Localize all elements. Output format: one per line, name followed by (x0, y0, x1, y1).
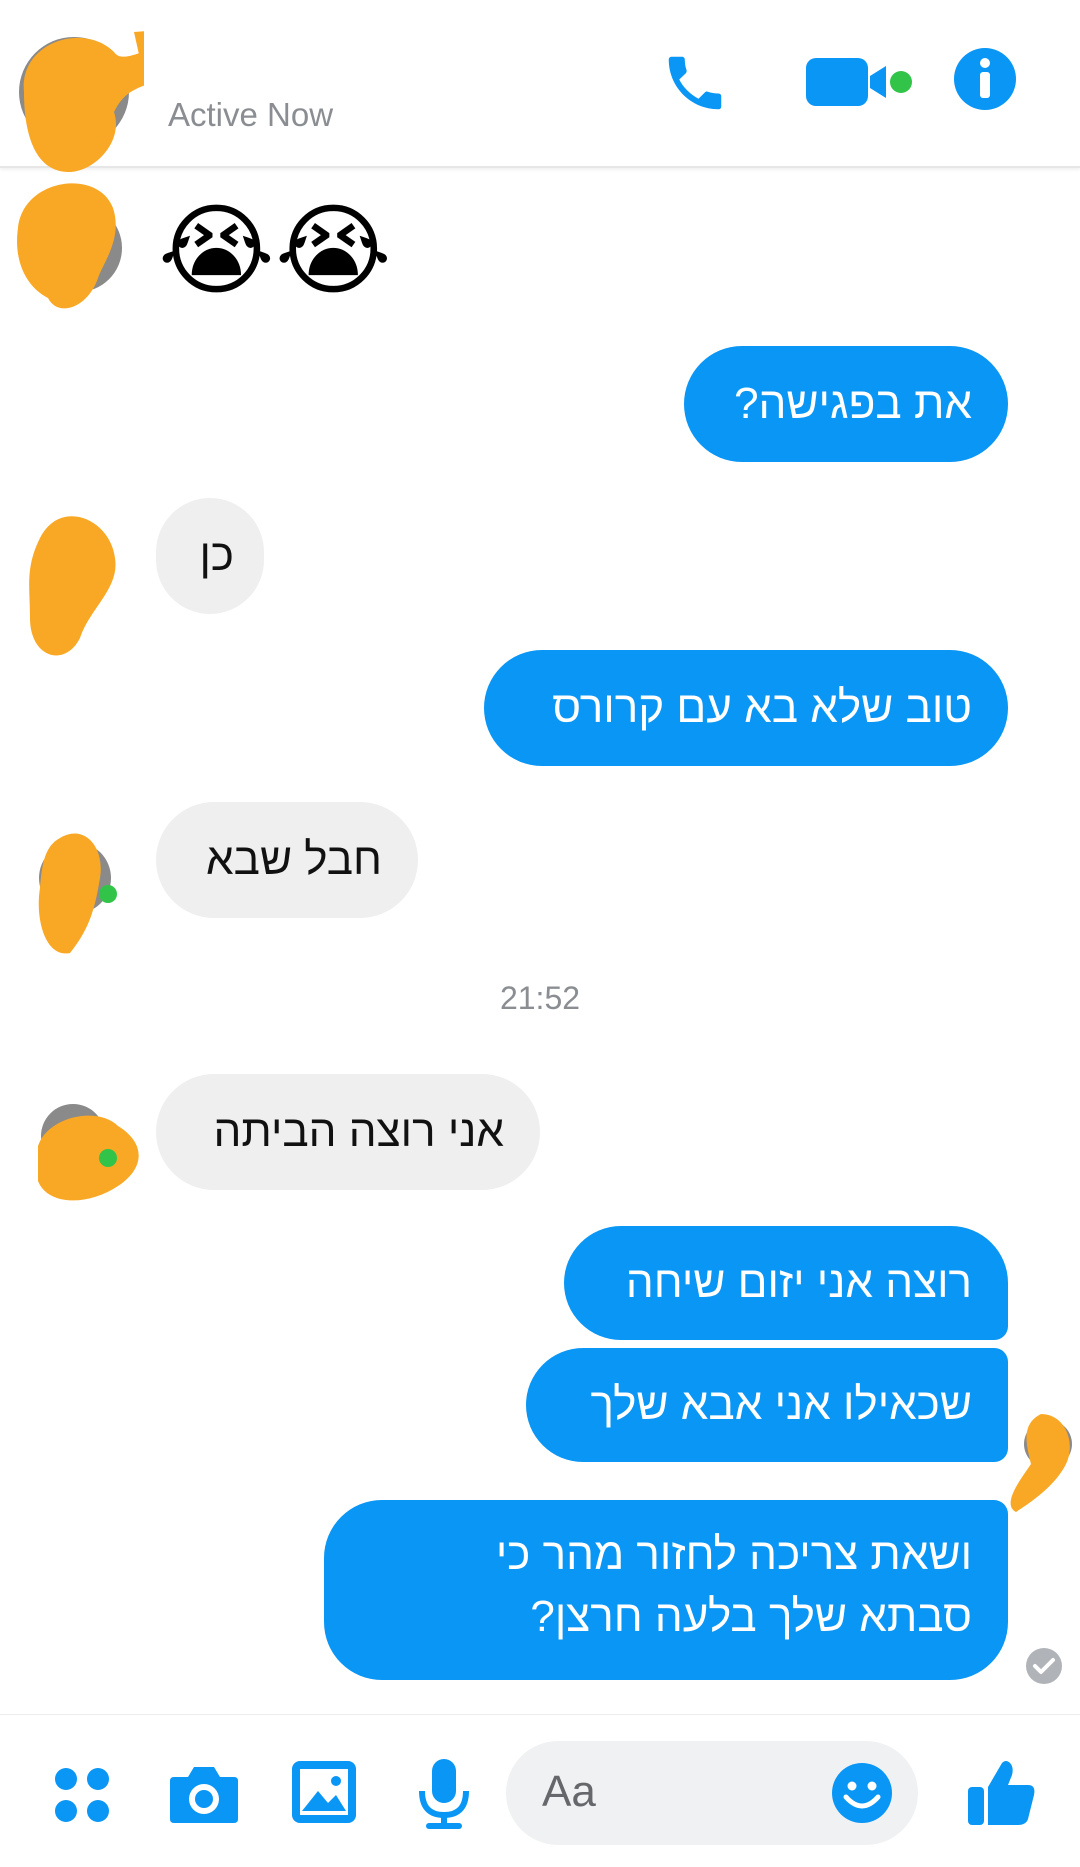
info-icon[interactable] (952, 46, 1018, 112)
message-timestamp: 21:52 (499, 980, 581, 1016)
message-incoming[interactable]: חבל שבא (156, 802, 418, 918)
apps-grid-icon[interactable] (52, 1765, 114, 1827)
thumbs-up-icon[interactable] (966, 1757, 1038, 1829)
message-outgoing[interactable]: ושאת צריכה לחזור מהר כי סבתא שלך בלעה חר… (324, 1500, 1008, 1680)
message-outgoing[interactable]: רוצה אני יזום שיחה (564, 1226, 1008, 1340)
contact-avatar (29, 516, 116, 656)
emoji-message[interactable]: 😭😭 (158, 196, 392, 306)
message-incoming[interactable]: כן (156, 498, 264, 614)
contact-avatar (38, 833, 117, 954)
message-outgoing[interactable]: טוב שלא בא עם קרורס (484, 650, 1008, 766)
conversation-header: Active Now (0, 0, 1080, 172)
read-receipt-avatar (1010, 1414, 1072, 1512)
active-status: Active Now (168, 96, 334, 133)
microphone-icon[interactable] (416, 1757, 472, 1831)
composer-bar: Aa (0, 1714, 1080, 1867)
message-outgoing[interactable]: שכאילו אני אבא שלך (526, 1348, 1008, 1462)
message-thread[interactable]: 😭😭 את בפגישה? כן טוב שלא בא עם קרורס חבל… (0, 168, 1080, 1714)
message-incoming[interactable]: אני רוצה הביתה (156, 1074, 540, 1190)
image-gallery-icon[interactable] (290, 1759, 358, 1825)
video-camera-icon[interactable] (804, 56, 914, 108)
contact-avatar (17, 183, 122, 309)
contact-avatar (38, 1104, 139, 1201)
contact-avatar[interactable] (14, 22, 144, 182)
sent-check-icon (1026, 1648, 1062, 1684)
smiley-icon[interactable] (830, 1761, 894, 1825)
message-line: סבתא שלך בלעה חרצן? (530, 1592, 972, 1641)
message-input[interactable]: Aa (506, 1741, 918, 1845)
message-outgoing[interactable]: את בפגישה? (684, 346, 1008, 462)
phone-icon[interactable] (660, 48, 730, 118)
message-input-placeholder: Aa (542, 1767, 596, 1816)
camera-icon[interactable] (168, 1761, 240, 1827)
message-line: ושאת צריכה לחזור מהר כי (495, 1530, 972, 1579)
